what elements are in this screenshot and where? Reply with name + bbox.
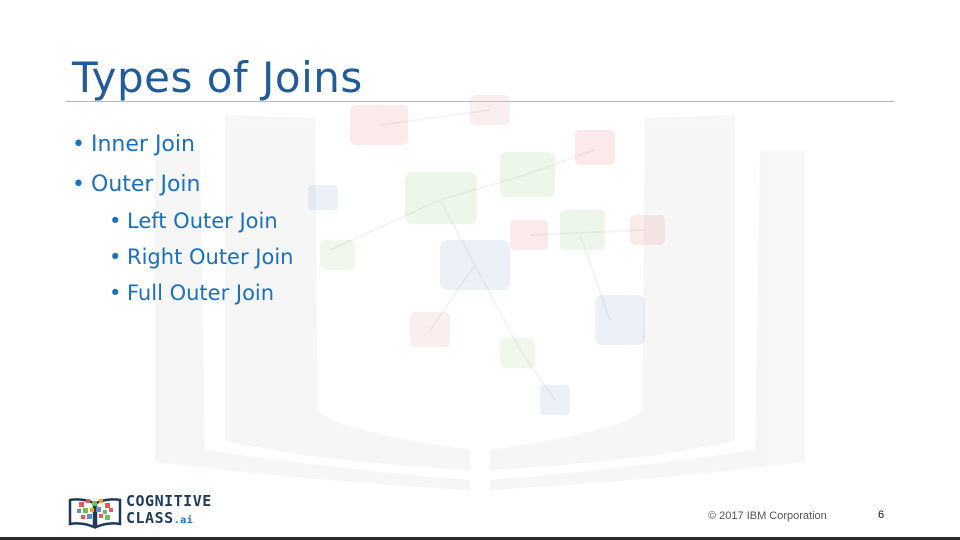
logo-line-2: CLASS.ai [126,510,212,529]
bullet-text: Full Outer Join [127,281,275,305]
slide-title: Types of Joins [72,53,363,102]
sub-bullet-item: • Left Outer Join [72,208,293,234]
slide: Types of Joins • Inner Join • Outer Join… [0,0,960,540]
cognitive-class-logo: COGNITIVE CLASS.ai [68,493,228,530]
sub-bullet-item: • Full Outer Join [72,280,293,306]
logo-ai-suffix: .ai [173,515,194,526]
bullet-glyph: • [72,172,85,197]
bullet-text: Inner Join [91,132,195,157]
title-divider [66,101,894,102]
page-number: 6 [878,509,885,521]
bullet-list: • Inner Join • Outer Join • Left Outer J… [72,132,293,306]
logo-wordmark: COGNITIVE CLASS.ai [126,493,212,529]
bullet-text: Left Outer Join [127,209,278,233]
bullet-text: Outer Join [91,172,201,197]
bullet-glyph: • [109,245,122,269]
sub-bullet-item: • Right Outer Join [72,244,293,270]
logo-line-1: COGNITIVE [126,492,212,510]
bullet-item: • Inner Join [72,132,293,158]
bullet-text: Right Outer Join [127,245,294,269]
bullet-glyph: • [109,209,122,233]
bullet-glyph: • [109,281,122,305]
bullet-glyph: • [72,132,85,157]
bullet-item: • Outer Join [72,172,293,198]
copyright-notice: © 2017 IBM Corporation [708,510,827,522]
cognitive-class-logo-icon [68,498,122,529]
logo-class-text: CLASS [126,509,174,527]
